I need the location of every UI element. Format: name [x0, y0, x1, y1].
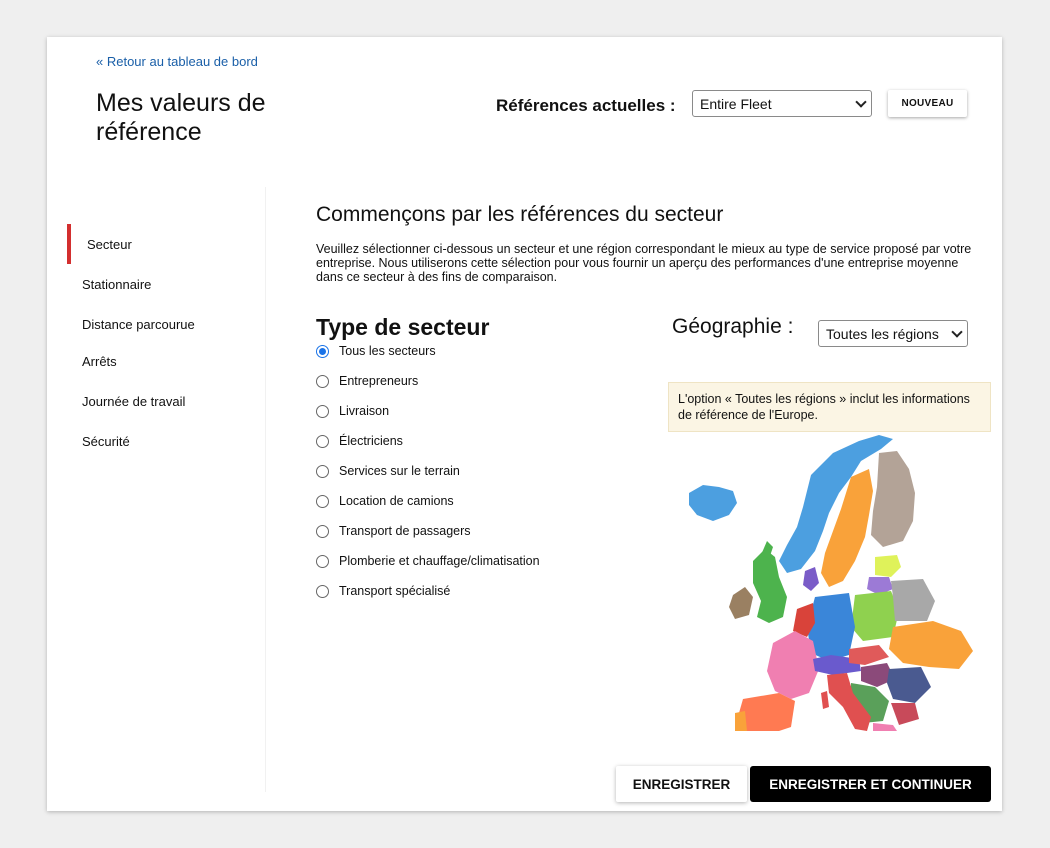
sector-option-label: Services sur le terrain	[339, 464, 460, 478]
radio-icon[interactable]	[316, 464, 329, 478]
sector-option-plomberie[interactable]: Plomberie et chauffage/climatisation	[316, 554, 540, 568]
sector-option-electriciens[interactable]: Électriciens	[316, 434, 403, 448]
sidebar-item-arrets[interactable]: Arrêts	[82, 354, 117, 369]
new-reference-button[interactable]: NOUVEAU	[888, 90, 967, 117]
sector-option-tous[interactable]: Tous les secteurs	[316, 344, 436, 358]
radio-icon[interactable]	[316, 494, 329, 508]
current-references-label: Références actuelles :	[496, 96, 676, 115]
sector-option-label: Tous les secteurs	[339, 344, 436, 358]
sidebar-item-securite[interactable]: Sécurité	[82, 434, 130, 449]
sector-option-specialise[interactable]: Transport spécialisé	[316, 584, 450, 598]
radio-icon[interactable]	[316, 584, 329, 598]
geography-label: Géographie :	[672, 315, 794, 338]
sidebar-item-secteur[interactable]: Secteur	[87, 237, 132, 252]
sidebar-item-distance[interactable]: Distance parcourue	[82, 317, 195, 332]
sector-option-label: Transport de passagers	[339, 524, 471, 538]
sector-option-livraison[interactable]: Livraison	[316, 404, 389, 418]
radio-icon[interactable]	[316, 404, 329, 418]
intro-text: Veuillez sélectionner ci-dessous un sect…	[316, 242, 972, 284]
geography-info-box: L'option « Toutes les régions » inclut l…	[668, 382, 991, 432]
sector-option-label: Transport spécialisé	[339, 584, 451, 598]
save-and-continue-button[interactable]: ENREGISTRER ET CONTINUER	[750, 766, 991, 802]
sector-option-label: Électriciens	[339, 434, 403, 448]
geography-select[interactable]: Toutes les régions	[818, 320, 968, 347]
radio-icon[interactable]	[316, 434, 329, 448]
sidebar-item-journee[interactable]: Journée de travail	[82, 394, 185, 409]
page-title: Mes valeurs de référence	[96, 89, 266, 146]
chevron-down-icon	[951, 325, 963, 338]
benchmark-card: « Retour au tableau de bord Mes valeurs …	[47, 37, 1002, 811]
chevron-down-icon	[855, 95, 867, 108]
radio-icon[interactable]	[316, 554, 329, 568]
section-title: Commençons par les références du secteur	[316, 203, 724, 226]
sector-option-passagers[interactable]: Transport de passagers	[316, 524, 471, 538]
sidebar-nav: Secteur Stationnaire Distance parcourue …	[66, 187, 266, 792]
current-references-value: Entire Fleet	[700, 95, 772, 112]
current-references-select[interactable]: Entire Fleet	[692, 90, 872, 117]
radio-icon[interactable]	[316, 374, 329, 388]
geography-value: Toutes les régions	[826, 325, 939, 342]
europe-map-icon	[689, 435, 973, 731]
radio-selected-icon[interactable]	[316, 344, 329, 358]
back-to-dashboard-link[interactable]: « Retour au tableau de bord	[96, 54, 258, 69]
active-indicator	[67, 224, 71, 264]
sector-option-label: Plomberie et chauffage/climatisation	[339, 554, 540, 568]
sector-option-label: Livraison	[339, 404, 390, 418]
radio-icon[interactable]	[316, 524, 329, 538]
sector-option-entrepreneurs[interactable]: Entrepreneurs	[316, 374, 418, 388]
sector-type-heading: Type de secteur	[316, 314, 490, 340]
sector-option-location[interactable]: Location de camions	[316, 494, 454, 508]
sidebar-item-stationnaire[interactable]: Stationnaire	[82, 277, 151, 292]
sector-option-label: Entrepreneurs	[339, 374, 419, 388]
sector-option-services[interactable]: Services sur le terrain	[316, 464, 460, 478]
save-button[interactable]: ENREGISTRER	[616, 766, 747, 802]
sector-option-label: Location de camions	[339, 494, 454, 508]
